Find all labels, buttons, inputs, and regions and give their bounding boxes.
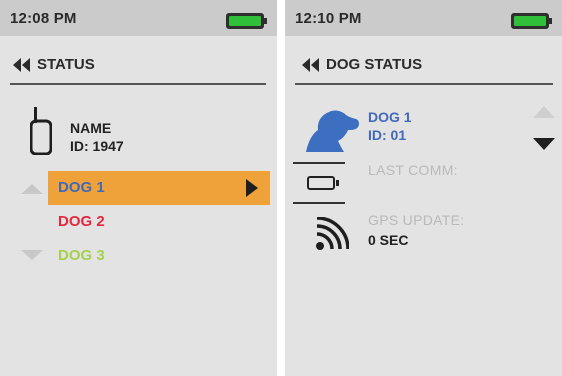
page-title: DOG STATUS <box>326 56 423 73</box>
scroll-down-icon[interactable] <box>533 138 555 150</box>
gps-update-value: 0 SEC <box>368 232 409 248</box>
page-title: STATUS <box>37 56 95 73</box>
status-bar: 12:08 PM <box>0 0 277 36</box>
status-screen: 12:08 PM STATUS NAME ID: 1947 DOG 1 DOG … <box>0 0 277 376</box>
battery-outline-icon <box>307 176 339 190</box>
last-comm-label: LAST COMM: <box>368 162 458 178</box>
header-divider <box>10 83 266 85</box>
dog-2-label: DOG 2 <box>58 213 105 230</box>
battery-icon <box>511 13 552 29</box>
gps-update-label: GPS UPDATE: <box>368 212 465 228</box>
clock: 12:08 PM <box>10 10 77 27</box>
dog-head-icon <box>306 110 360 152</box>
dog-id: ID: 01 <box>368 127 407 143</box>
double-left-arrow-icon[interactable] <box>301 57 321 72</box>
double-left-arrow-icon[interactable] <box>12 57 32 72</box>
play-right-icon <box>246 179 258 197</box>
signal-waves-icon <box>316 217 349 250</box>
status-bar: 12:10 PM <box>285 0 562 36</box>
dog-status-screen: 12:10 PM DOG STATUS DOG 1 ID: 01 LAST CO… <box>285 0 562 376</box>
dog-name: DOG 1 <box>368 109 412 125</box>
clock: 12:10 PM <box>295 10 362 27</box>
header-divider <box>295 83 553 85</box>
handheld-info: NAME ID: 1947 <box>30 107 124 155</box>
collar-battery <box>293 162 345 204</box>
screen-header[interactable]: STATUS <box>12 56 95 73</box>
battery-divider-bottom <box>293 202 345 204</box>
dog-3-label: DOG 3 <box>58 247 105 264</box>
handheld-id: ID: 1947 <box>70 138 124 154</box>
dog-1-label: DOG 1 <box>58 179 105 196</box>
dog-list-item-3[interactable]: DOG 3 <box>48 239 270 273</box>
name-label: NAME <box>70 120 112 136</box>
battery-icon <box>226 13 267 29</box>
battery-divider-top <box>293 162 345 164</box>
dog-info: DOG 1 ID: 01 <box>368 108 412 144</box>
screen-header[interactable]: DOG STATUS <box>301 56 422 73</box>
scroll-down-icon[interactable] <box>21 250 43 260</box>
handheld-device-icon <box>30 107 52 155</box>
scroll-up-icon[interactable] <box>533 106 555 118</box>
dog-list-item-2[interactable]: DOG 2 <box>48 205 270 239</box>
dog-list-item-1[interactable]: DOG 1 <box>48 171 270 205</box>
scroll-up-icon[interactable] <box>21 184 43 194</box>
